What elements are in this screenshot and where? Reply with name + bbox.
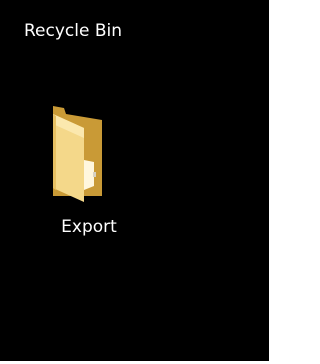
export-label: Export — [61, 217, 117, 237]
folder-icon[interactable] — [40, 104, 106, 204]
recycle-bin-label[interactable]: Recycle Bin — [24, 20, 122, 42]
export-folder-shortcut[interactable]: Export — [30, 100, 146, 250]
window-edge-right — [269, 0, 271, 364]
desktop[interactable]: Recycle Bin Export — [0, 0, 271, 364]
